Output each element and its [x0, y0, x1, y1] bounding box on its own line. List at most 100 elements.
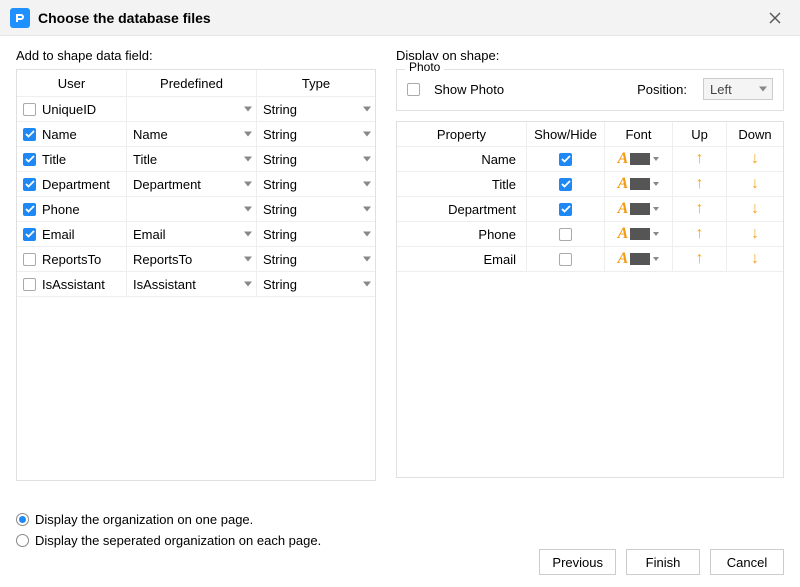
field-checkbox[interactable]: [23, 278, 36, 291]
right-section-label: Display on shape:: [396, 48, 784, 63]
table-row: Email A ↑ ↓: [397, 247, 783, 272]
chevron-down-icon: [244, 207, 252, 212]
move-down-cell: ↓: [727, 147, 783, 171]
show-checkbox[interactable]: [559, 228, 572, 241]
predefined-select[interactable]: [127, 97, 257, 121]
arrow-up-icon[interactable]: ↑: [696, 201, 704, 217]
chevron-down-icon: [244, 157, 252, 162]
predefined-value: IsAssistant: [133, 277, 196, 292]
option-each-page-label: Display the seperated organization on ea…: [35, 533, 321, 548]
color-swatch: [630, 228, 650, 240]
font-picker[interactable]: A: [618, 150, 660, 168]
cancel-button[interactable]: Cancel: [710, 549, 784, 575]
position-select[interactable]: Left: [703, 78, 773, 100]
showhide-cell: [527, 172, 605, 196]
field-checkbox[interactable]: [23, 253, 36, 266]
field-checkbox[interactable]: [23, 128, 36, 141]
user-cell: Title: [17, 147, 127, 171]
font-a-icon: A: [618, 175, 629, 193]
predefined-select[interactable]: Title: [127, 147, 257, 171]
font-picker[interactable]: A: [618, 200, 660, 218]
color-swatch: [630, 203, 650, 215]
type-select[interactable]: String: [257, 197, 375, 221]
radio-icon: [16, 534, 29, 547]
position-label: Position:: [637, 82, 687, 97]
col-up-header: Up: [673, 122, 727, 146]
field-checkbox[interactable]: [23, 103, 36, 116]
type-value: String: [263, 202, 297, 217]
font-picker[interactable]: A: [618, 175, 660, 193]
arrow-up-icon[interactable]: ↑: [696, 176, 704, 192]
arrow-down-icon[interactable]: ↓: [751, 226, 759, 242]
col-font-header: Font: [605, 122, 673, 146]
type-select[interactable]: String: [257, 272, 375, 296]
option-one-page[interactable]: Display the organization on one page.: [16, 512, 321, 527]
table-row: Title Title String: [17, 147, 375, 172]
predefined-value: ReportsTo: [133, 252, 192, 267]
table-row: Title A ↑ ↓: [397, 172, 783, 197]
type-select[interactable]: String: [257, 147, 375, 171]
option-each-page[interactable]: Display the seperated organization on ea…: [16, 533, 321, 548]
font-cell: A: [605, 222, 673, 246]
predefined-value: Department: [133, 177, 201, 192]
type-value: String: [263, 227, 297, 242]
show-checkbox[interactable]: [559, 203, 572, 216]
show-checkbox[interactable]: [559, 253, 572, 266]
type-value: String: [263, 127, 297, 142]
show-checkbox[interactable]: [559, 153, 572, 166]
type-select[interactable]: String: [257, 122, 375, 146]
type-select[interactable]: String: [257, 222, 375, 246]
color-swatch: [630, 178, 650, 190]
col-property-header: Property: [397, 122, 527, 146]
user-field-label: Title: [42, 152, 66, 167]
user-field-label: ReportsTo: [42, 252, 101, 267]
type-select[interactable]: String: [257, 247, 375, 271]
show-photo-checkbox[interactable]: [407, 83, 420, 96]
field-checkbox[interactable]: [23, 203, 36, 216]
user-cell: ReportsTo: [17, 247, 127, 271]
show-checkbox[interactable]: [559, 178, 572, 191]
arrow-up-icon[interactable]: ↑: [696, 251, 704, 267]
arrow-down-icon[interactable]: ↓: [751, 176, 759, 192]
user-field-label: Department: [42, 177, 110, 192]
type-select[interactable]: String: [257, 172, 375, 196]
col-predefined-header: Predefined: [127, 70, 257, 96]
user-cell: Department: [17, 172, 127, 196]
showhide-cell: [527, 222, 605, 246]
font-a-icon: A: [618, 225, 629, 243]
field-checkbox[interactable]: [23, 178, 36, 191]
predefined-select[interactable]: [127, 197, 257, 221]
table-row: ReportsTo ReportsTo String: [17, 247, 375, 272]
arrow-down-icon[interactable]: ↓: [751, 151, 759, 167]
predefined-select[interactable]: Email: [127, 222, 257, 246]
finish-button[interactable]: Finish: [626, 549, 700, 575]
chevron-down-icon: [244, 107, 252, 112]
font-picker[interactable]: A: [618, 250, 660, 268]
predefined-select[interactable]: Department: [127, 172, 257, 196]
previous-button[interactable]: Previous: [539, 549, 616, 575]
predefined-value: Title: [133, 152, 157, 167]
user-cell: Phone: [17, 197, 127, 221]
col-showhide-header: Show/Hide: [527, 122, 605, 146]
dialog-footer: Previous Finish Cancel: [539, 549, 784, 575]
predefined-select[interactable]: Name: [127, 122, 257, 146]
font-a-icon: A: [618, 250, 629, 268]
predefined-value: Email: [133, 227, 166, 242]
user-cell: Email: [17, 222, 127, 246]
arrow-up-icon[interactable]: ↑: [696, 226, 704, 242]
type-select[interactable]: String: [257, 97, 375, 121]
font-picker[interactable]: A: [618, 225, 660, 243]
move-up-cell: ↑: [673, 247, 727, 271]
field-checkbox[interactable]: [23, 153, 36, 166]
close-icon[interactable]: [760, 3, 790, 33]
user-cell: Name: [17, 122, 127, 146]
move-up-cell: ↑: [673, 222, 727, 246]
table-row: Email Email String: [17, 222, 375, 247]
arrow-down-icon[interactable]: ↓: [751, 201, 759, 217]
field-checkbox[interactable]: [23, 228, 36, 241]
table-row: Name A ↑ ↓: [397, 147, 783, 172]
predefined-select[interactable]: IsAssistant: [127, 272, 257, 296]
arrow-down-icon[interactable]: ↓: [751, 251, 759, 267]
arrow-up-icon[interactable]: ↑: [696, 151, 704, 167]
predefined-select[interactable]: ReportsTo: [127, 247, 257, 271]
